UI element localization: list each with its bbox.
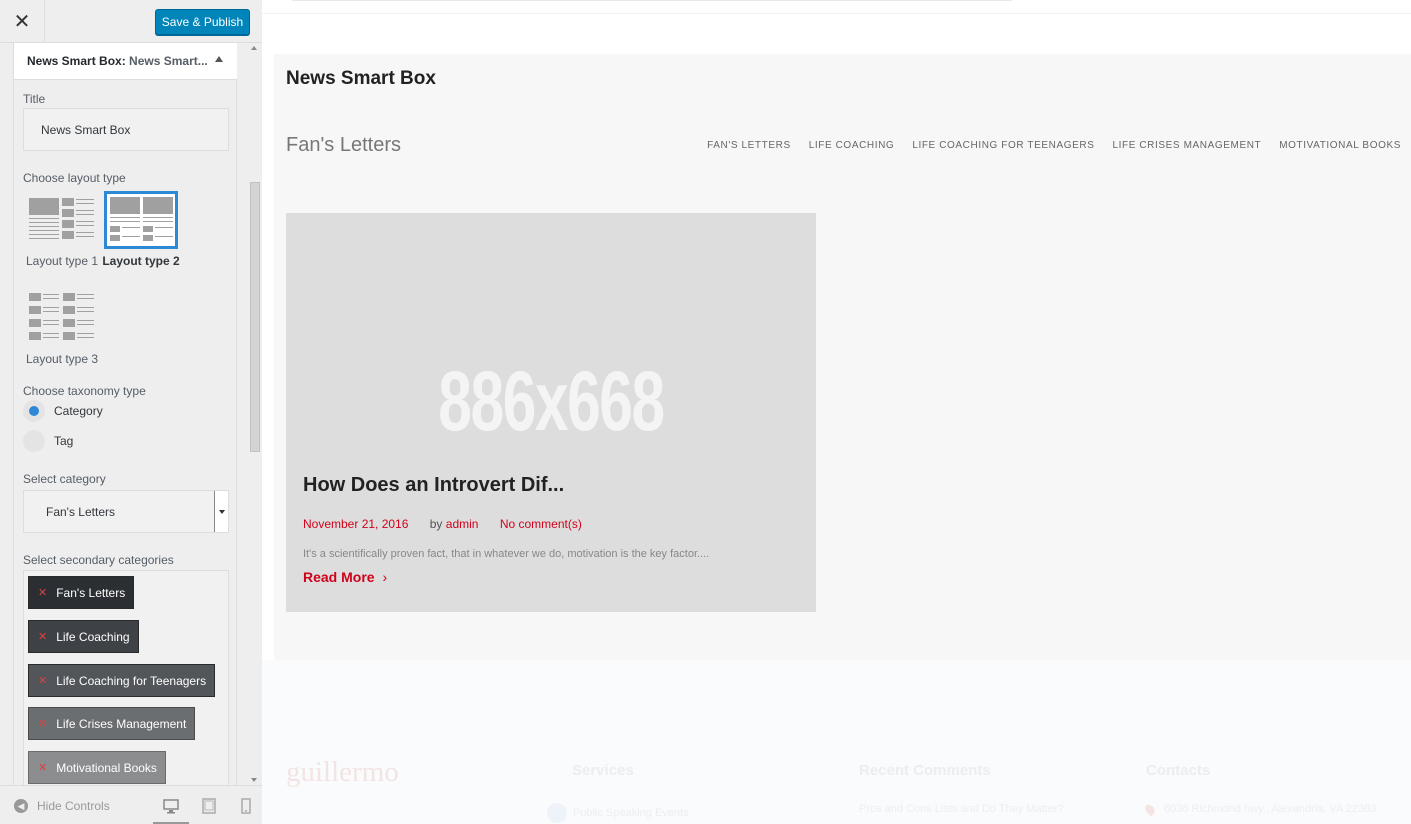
widget-panel: News Smart Box: News Smart... Title News… [13, 43, 237, 785]
footer-address: 6036 Richmond hwy., Alexandria, VA 22303 [1143, 802, 1377, 816]
top-divider [292, 0, 1012, 1]
selected-tag[interactable]: ✕ Life Coaching for Teenagers [28, 664, 216, 697]
mobile-preview-icon[interactable] [238, 798, 254, 814]
sidebar-scrollbar[interactable] [248, 43, 262, 785]
widget-panel-title: News Smart Box: News Smart... [27, 54, 208, 68]
news-smart-box-widget: News Smart Box Fan's Letters Fan's Lette… [274, 54, 1411, 660]
radio-button-checked[interactable] [23, 400, 45, 422]
save-publish-button[interactable]: Save & Publish [155, 9, 250, 35]
scrollbar-thumb[interactable] [250, 182, 260, 452]
sidebar-footer: ◀ Hide Controls [0, 785, 262, 824]
layout-type-label: Choose layout type [23, 171, 126, 185]
tab-fans-letters[interactable]: Fan's Letters [707, 140, 791, 151]
radio-category[interactable]: Category [23, 400, 103, 422]
check-icon [547, 803, 567, 823]
category-tabs: Fan's Letters Life Coaching Life Coachin… [689, 140, 1401, 151]
scroll-up-icon[interactable] [251, 46, 257, 50]
preview-top-strip [262, 0, 1411, 14]
layout-3-caption: Layout type 3 [25, 352, 99, 366]
site-logo[interactable]: guillermo [286, 756, 399, 789]
layout-option-2[interactable]: Layout type 2 [102, 191, 180, 268]
category-select[interactable]: Fan's Letters [23, 490, 229, 533]
chevron-down-icon[interactable] [214, 491, 228, 532]
post-meta: November 21, 2016 by admin No comment(s) [303, 517, 582, 531]
tag-label: Fan's Letters [56, 585, 126, 600]
selected-tag[interactable]: ✕ Life Coaching [28, 620, 139, 653]
remove-tag-icon[interactable]: ✕ [38, 761, 47, 774]
tab-life-coaching-teenagers[interactable]: Life Coaching for Teenagers [912, 140, 1094, 151]
remove-tag-icon[interactable]: ✕ [38, 586, 47, 599]
widget-title: News Smart Box [286, 68, 436, 89]
selected-tag[interactable]: ✕ Life Crises Management [28, 707, 196, 740]
tag-label: Life Coaching [56, 629, 130, 644]
chevron-right-icon: › [382, 569, 388, 585]
post-by-label: by [429, 517, 443, 531]
selected-tag[interactable]: ✕ Fan's Letters [28, 576, 135, 609]
post-thumbnail-placeholder: 886x668 [438, 354, 665, 448]
read-more-link[interactable]: Read More › [303, 569, 387, 585]
title-input[interactable]: News Smart Box [23, 108, 229, 151]
secondary-categories-label: Select secondary categories [23, 553, 174, 567]
layout-2-thumbnail [104, 191, 178, 249]
site-preview: News Smart Box Fan's Letters Fan's Lette… [262, 0, 1411, 824]
radio-tag-label: Tag [54, 434, 74, 448]
category-select-value: Fan's Letters [46, 505, 115, 519]
remove-tag-icon[interactable]: ✕ [38, 717, 47, 730]
collapse-left-icon: ◀ [14, 799, 28, 813]
footer-contacts-heading: Contacts [1146, 762, 1211, 779]
footer-address-label: 6036 Richmond hwy., Alexandria, VA 22303 [1164, 803, 1377, 815]
layout-option-1[interactable]: Layout type 1 [22, 194, 102, 268]
sidebar-scroll-area: News Smart Box: News Smart... Title News… [0, 43, 262, 785]
radio-tag[interactable]: Tag [23, 430, 73, 452]
secondary-categories-select[interactable]: ✕ Fan's Letters ✕ Life Coaching ✕ Life C… [23, 570, 229, 785]
tag-label: Motivational Books [56, 760, 157, 775]
tab-motivational-books[interactable]: Motivational Books [1279, 140, 1401, 151]
collapse-arrow-icon[interactable] [215, 56, 223, 62]
desktop-preview-icon[interactable] [163, 798, 179, 814]
footer-comments-heading: Recent Comments [859, 762, 991, 779]
widget-panel-header[interactable]: News Smart Box: News Smart... [14, 43, 237, 80]
tag-label: Life Crises Management [56, 716, 187, 731]
remove-tag-icon[interactable]: ✕ [38, 674, 47, 687]
taxonomy-label: Choose taxonomy type [23, 384, 146, 398]
post-title[interactable]: How Does an Introvert Dif... [303, 474, 564, 497]
read-more-label: Read More [303, 569, 375, 585]
title-label: Title [23, 92, 46, 106]
layout-2-caption: Layout type 2 [102, 254, 180, 268]
customizer-sidebar: ✕ Save & Publish News Smart Box: News Sm… [0, 0, 262, 824]
category-heading: Fan's Letters [286, 134, 401, 156]
tag-label: Life Coaching for Teenagers [56, 673, 207, 688]
hide-controls-label: Hide Controls [37, 799, 110, 813]
footer-service-item[interactable]: Public Speaking Events [547, 803, 689, 823]
hide-controls-button[interactable]: ◀ Hide Controls [14, 799, 110, 813]
post-comments[interactable]: No comment(s) [500, 517, 582, 531]
footer-service-label: Public Speaking Events [573, 807, 689, 819]
sidebar-header: ✕ Save & Publish [0, 0, 262, 43]
layout-3-thumbnail [28, 292, 96, 344]
widget-name-label: News Smart... [129, 54, 208, 68]
layout-option-3[interactable]: Layout type 3 [22, 292, 102, 366]
tablet-preview-icon[interactable] [201, 798, 217, 814]
layout-1-thumbnail [28, 194, 96, 246]
map-pin-icon [1143, 802, 1157, 816]
layout-1-caption: Layout type 1 [25, 254, 99, 268]
selected-tag[interactable]: ✕ Motivational Books [28, 751, 166, 784]
close-icon[interactable]: ✕ [0, 0, 45, 43]
radio-category-label: Category [54, 404, 103, 418]
scroll-down-icon[interactable] [251, 778, 257, 782]
radio-button[interactable] [23, 430, 45, 452]
tab-life-coaching[interactable]: Life Coaching [809, 140, 895, 151]
widget-type-label: News Smart Box: [27, 54, 126, 68]
site-footer: guillermo Services Recent Comments Conta… [262, 660, 1411, 824]
tab-life-crises-management[interactable]: Life Crises Management [1112, 140, 1261, 151]
featured-post-card[interactable]: 886x668 How Does an Introvert Dif... Nov… [286, 213, 816, 612]
remove-tag-icon[interactable]: ✕ [38, 630, 47, 643]
post-date[interactable]: November 21, 2016 [303, 517, 408, 531]
post-excerpt: It's a scientifically proven fact, that … [303, 548, 710, 560]
footer-services-heading: Services [572, 762, 634, 779]
customizer-screen: ✕ Save & Publish News Smart Box: News Sm… [0, 0, 1411, 824]
footer-comment-item[interactable]: Pros and Cons Lists and Do They Matter? [859, 803, 1064, 815]
select-category-label: Select category [23, 472, 106, 486]
post-author[interactable]: admin [446, 517, 479, 531]
